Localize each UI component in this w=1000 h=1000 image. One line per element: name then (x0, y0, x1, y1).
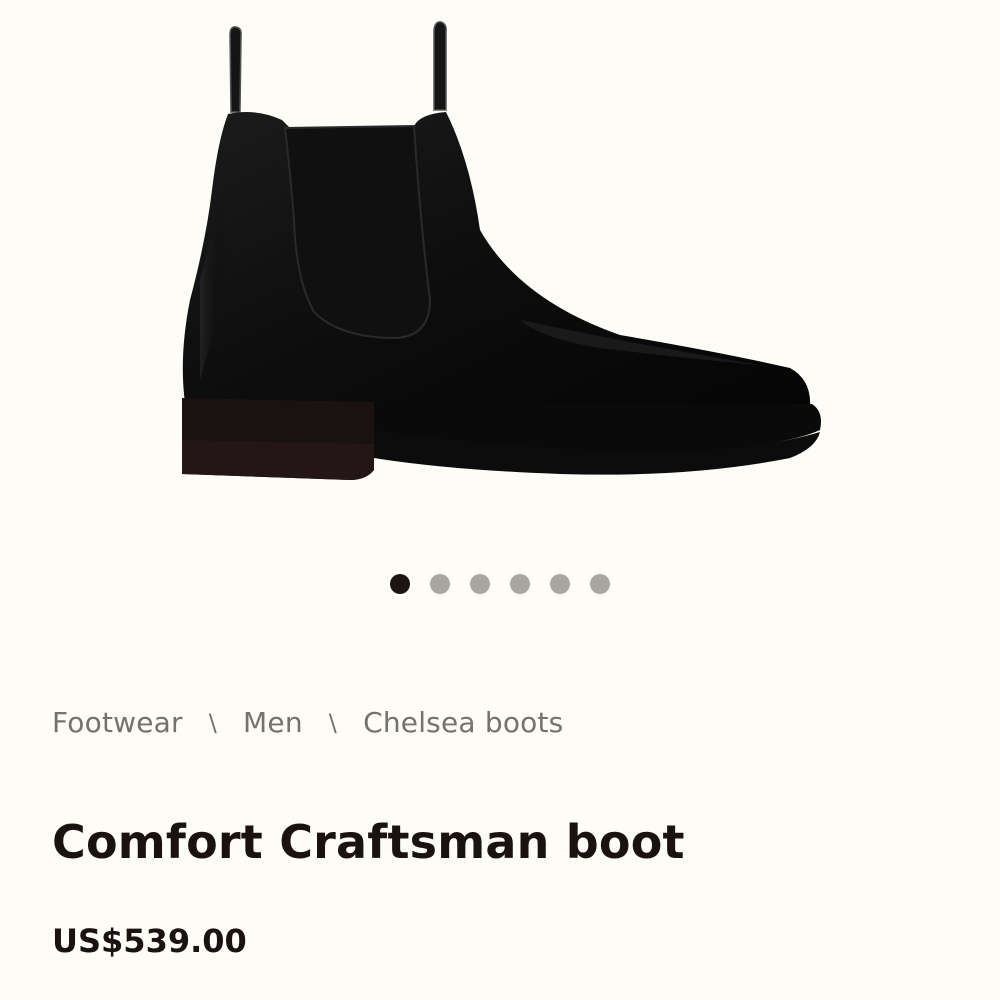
breadcrumb-item-chelsea-boots[interactable]: Chelsea boots (363, 706, 563, 739)
product-gallery[interactable] (0, 0, 1000, 650)
gallery-dot-6[interactable] (590, 574, 610, 594)
breadcrumb-separator: \ (328, 708, 338, 737)
gallery-dot-1[interactable] (390, 574, 410, 594)
product-image[interactable] (0, 0, 1000, 560)
gallery-dot-2[interactable] (430, 574, 450, 594)
breadcrumb-separator: \ (208, 708, 218, 737)
gallery-dot-3[interactable] (470, 574, 490, 594)
gallery-dot-5[interactable] (550, 574, 570, 594)
gallery-pagination (0, 574, 1000, 594)
breadcrumb-item-men[interactable]: Men (243, 706, 303, 739)
breadcrumb-item-footwear[interactable]: Footwear (52, 706, 183, 739)
gallery-dot-4[interactable] (510, 574, 530, 594)
breadcrumb: Footwear \ Men \ Chelsea boots (52, 706, 563, 739)
product-page: Footwear \ Men \ Chelsea boots Comfort C… (0, 0, 1000, 1000)
product-title: Comfort Craftsman boot (52, 815, 685, 869)
product-price: US$539.00 (52, 922, 247, 960)
